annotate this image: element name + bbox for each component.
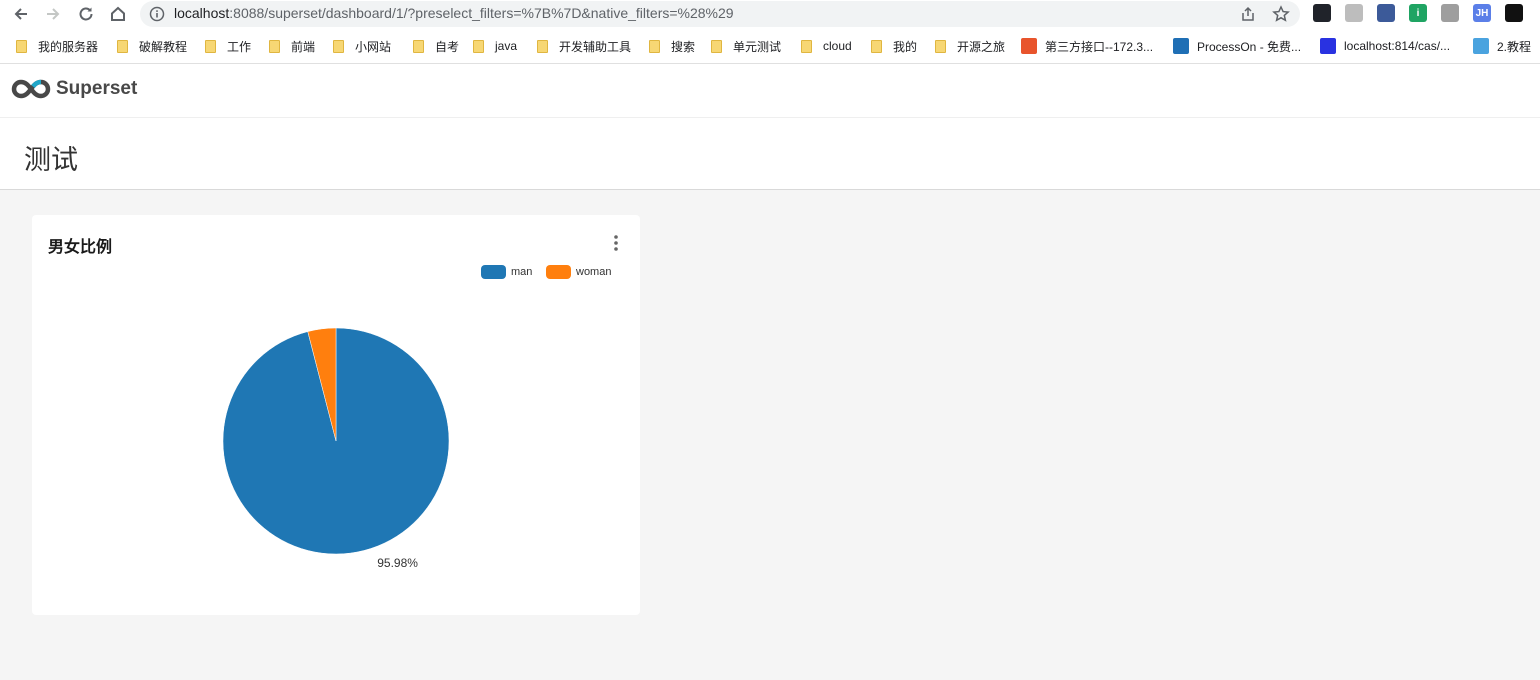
- bookmark-label: 单元测试: [733, 39, 782, 54]
- bookmark-item[interactable]: 我的服务器: [16, 35, 98, 57]
- bookmark-label: cloud: [823, 39, 852, 53]
- bookmark-label: 破解教程: [139, 39, 188, 54]
- bookmark-label: 第三方接口--172.3...: [1045, 39, 1154, 54]
- app-navbar: Superset: [0, 64, 1540, 118]
- bookmark-item[interactable]: 单元测试: [711, 35, 781, 57]
- bookmark-item[interactable]: 开源之旅: [935, 35, 1005, 57]
- url-host: localhost: [174, 5, 230, 21]
- folder-icon: [649, 39, 660, 53]
- bookmark-label: 开发辅助工具: [559, 39, 632, 54]
- folder-icon: [801, 39, 812, 53]
- bookmark-item[interactable]: 开发辅助工具: [537, 35, 631, 57]
- folder-icon: [537, 39, 548, 53]
- bookmark-label: 2.教程: [1497, 39, 1532, 54]
- bookmark-item[interactable]: 2.教程: [1473, 35, 1531, 57]
- bookmark-label: localhost:814/cas/...: [1344, 39, 1451, 53]
- home-button[interactable]: [107, 3, 129, 25]
- url-text[interactable]: localhost:8088/superset/dashboard/1/?pre…: [174, 5, 734, 21]
- site-info-icon[interactable]: [149, 6, 165, 22]
- bookmark-item[interactable]: java: [473, 35, 517, 57]
- bookmark-label: java: [495, 39, 518, 53]
- bookmark-label: 开源之旅: [957, 39, 1006, 54]
- arrow-right-icon: [47, 8, 60, 20]
- dashboard-header: 测试: [0, 118, 1540, 190]
- reload-icon: [79, 7, 93, 21]
- address-bar[interactable]: localhost:8088/superset/dashboard/1/?pre…: [140, 1, 1300, 27]
- folder-icon: [711, 39, 722, 53]
- bookmark-item[interactable]: 小网站: [333, 35, 391, 57]
- browser-toolbar: localhost:8088/superset/dashboard/1/?pre…: [0, 0, 1540, 28]
- folder-icon: [413, 39, 424, 53]
- bookmark-item[interactable]: cloud: [801, 35, 852, 57]
- window-extension-icon[interactable]: [1377, 4, 1395, 22]
- bookmark-item[interactable]: 自考: [413, 35, 459, 57]
- bookmark-label: 小网站: [355, 39, 392, 54]
- bookmark-item[interactable]: 我的: [871, 35, 917, 57]
- folder-icon: [269, 39, 280, 53]
- bookmark-star-icon[interactable]: [1272, 5, 1290, 23]
- bookmark-label: 搜索: [671, 39, 696, 54]
- timer-extension-icon[interactable]: [1345, 4, 1363, 22]
- reload-button[interactable]: [75, 3, 97, 25]
- processon-icon: [1173, 38, 1189, 54]
- ghost-extension-icon[interactable]: [1505, 4, 1523, 22]
- bookmark-item[interactable]: 搜索: [649, 35, 695, 57]
- pie-data-label: 95.98%: [377, 556, 418, 570]
- url-path: :8088/superset/dashboard/1/?preselect_fi…: [229, 5, 734, 21]
- jh-extension-icon[interactable]: JH: [1473, 4, 1491, 22]
- folder-icon: [935, 39, 946, 53]
- bookmark-label: 自考: [435, 39, 460, 54]
- folder-icon: [205, 39, 216, 53]
- bookmark-label: 我的服务器: [38, 39, 99, 54]
- info-extension-icon[interactable]: i: [1409, 4, 1427, 22]
- qr-extension-icon[interactable]: [1441, 4, 1459, 22]
- bookmark-label: 前端: [291, 39, 316, 54]
- bookmarks-bar: 我的服务器 破解教程 工作 前端 小网站 自考 java 开发辅助工具 搜索 单元测试 cloud 我…: [0, 35, 1540, 57]
- paw-icon: [1320, 38, 1336, 54]
- superset-logo-icon: [11, 79, 51, 99]
- bookmark-label: 我的: [893, 39, 918, 54]
- folder-icon: [333, 39, 344, 53]
- react-devtools-icon[interactable]: [1313, 4, 1331, 22]
- back-button[interactable]: [10, 3, 32, 25]
- bookmark-item[interactable]: 工作: [205, 35, 251, 57]
- api-icon: [1021, 38, 1037, 54]
- folder-icon: [473, 39, 484, 53]
- bookmark-item[interactable]: ProcessOn - 免费...: [1173, 35, 1301, 57]
- folder-icon: [117, 39, 128, 53]
- bookmark-item[interactable]: 第三方接口--172.3...: [1021, 35, 1153, 57]
- home-icon: [111, 6, 125, 21]
- bookmark-label: 工作: [227, 39, 252, 54]
- bookmark-label: ProcessOn - 免费...: [1197, 39, 1302, 54]
- dashboard-title[interactable]: 测试: [24, 138, 78, 177]
- arrow-left-icon: [14, 8, 27, 20]
- loading-icon: [1473, 38, 1489, 54]
- chart-card: 男女比例 man woman 95.98%: [32, 215, 640, 615]
- superset-logo[interactable]: Superset: [10, 78, 137, 100]
- folder-icon: [871, 39, 882, 53]
- share-icon[interactable]: [1240, 6, 1256, 22]
- pie-chart[interactable]: 95.98%: [32, 215, 640, 615]
- bookmark-item[interactable]: 破解教程: [117, 35, 187, 57]
- folder-icon: [16, 39, 27, 53]
- forward-button[interactable]: [42, 3, 64, 25]
- browser-chrome: localhost:8088/superset/dashboard/1/?pre…: [0, 0, 1540, 64]
- bookmark-item[interactable]: 前端: [269, 35, 315, 57]
- brand-name: Superset: [56, 78, 138, 99]
- bookmark-item[interactable]: localhost:814/cas/...: [1320, 35, 1450, 57]
